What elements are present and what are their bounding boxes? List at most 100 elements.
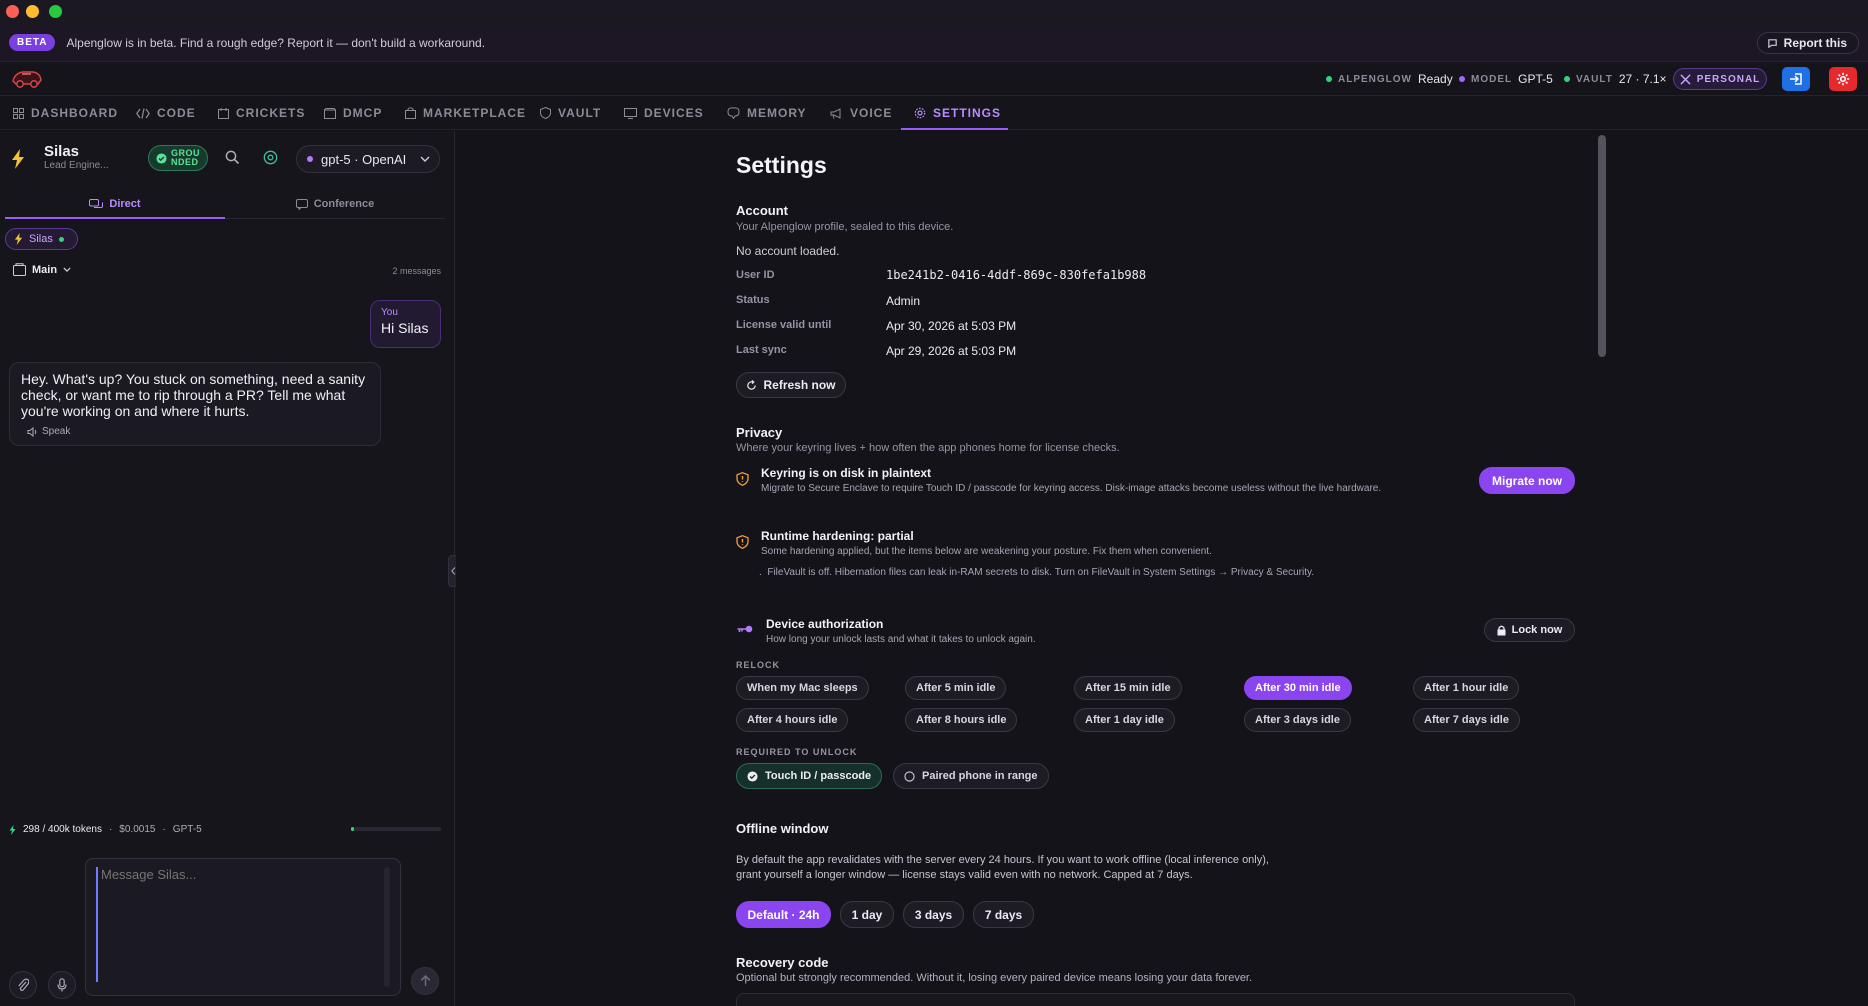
settings-scrollbar-thumb[interactable] [1598,135,1606,357]
search-icon[interactable] [225,150,240,168]
user-id-value: 1be241b2-0416-4ddf-869c-830fefa1b988 [886,268,1147,282]
tab-settings[interactable]: SETTINGS [914,96,1001,130]
maximize-window-button[interactable] [49,5,62,18]
offline-option[interactable]: 3 days [903,901,964,928]
tab-dmcp[interactable]: DMCP [324,96,382,130]
offline-option[interactable]: 1 day [840,901,894,928]
tab-label: DEVICES [644,106,704,120]
monitor-icon [624,107,637,119]
online-dot [58,236,64,242]
relock-label: RELOCK [736,660,780,670]
relock-option[interactable]: After 3 days idle [1244,708,1351,732]
status-key: ALPENGLOW [1338,73,1412,85]
participant-chip[interactable]: Silas [5,228,78,250]
hardening-title: Runtime hardening: partial [761,529,914,543]
relock-option[interactable]: After 5 min idle [905,676,1007,700]
relock-option[interactable]: After 1 hour idle [1413,676,1520,700]
status-value: Admin [886,294,921,308]
tab-direct[interactable]: Direct [5,189,225,219]
model-dot [307,156,313,162]
unlock-option[interactable]: Paired phone in range [893,763,1049,789]
license-value: Apr 30, 2026 at 5:03 PM [886,319,1017,333]
branch-select[interactable]: Main [13,263,71,276]
settings-button[interactable] [1829,67,1857,91]
beta-badge: BETA [9,34,56,51]
key-icon [737,622,753,637]
close-window-button[interactable] [6,5,19,18]
refresh-label: Refresh now [763,378,836,392]
check-circle-icon [747,770,758,782]
usage-row: 298 / 400k tokens · $0.0015 · GPT-5 [9,824,202,835]
message-input[interactable] [96,867,376,982]
sign-in-button[interactable] [1782,67,1810,91]
minimize-window-button[interactable] [26,5,39,18]
page-title: Settings [736,152,827,178]
grounded-badge[interactable]: GROU NDED [148,145,208,171]
login-icon [1790,73,1802,85]
report-button[interactable]: Report this [1756,32,1859,54]
unlock-option-label: Paired phone in range [922,770,1038,782]
privacy-subtitle: Where your keyring lives + how often the… [736,442,1120,454]
offline-option-selected[interactable]: Default · 24h [736,901,831,928]
chevron-down-icon [63,267,71,272]
status-model: MODEL GPT-5 [1459,72,1553,86]
tab-conference[interactable]: Conference [225,189,445,219]
brain-icon [727,107,740,119]
relock-option[interactable]: After 7 days idle [1413,708,1520,732]
tab-voice[interactable]: VOICE [830,96,892,130]
lock-icon [1497,625,1506,635]
status-value: Ready [1418,72,1453,86]
status-value: 27 · 7.1× [1618,72,1667,86]
tab-vault[interactable]: VAULT [540,96,601,130]
relock-option[interactable]: When my Mac sleeps [736,676,869,700]
tab-label: DASHBOARD [31,106,118,120]
refresh-icon [747,379,757,390]
globe-icon[interactable] [263,150,278,168]
code-icon [136,107,150,119]
relock-option[interactable]: After 8 hours idle [905,708,1018,732]
keyring-title: Keyring is on disk in plaintext [761,466,932,480]
relock-option[interactable]: After 15 min idle [1074,676,1182,700]
tab-label: Conference [313,198,375,210]
megaphone-icon [830,107,841,119]
unlock-option-selected[interactable]: Touch ID / passcode [736,763,883,789]
field-key: Status [736,294,770,306]
migrate-button[interactable]: Migrate now [1479,467,1575,494]
token-progress-track [351,827,441,831]
tools-icon [1680,73,1691,85]
speak-button[interactable]: Speak [27,424,369,440]
offline-option[interactable]: 7 days [973,901,1034,928]
relock-option-selected[interactable]: After 30 min idle [1244,676,1352,700]
refresh-button[interactable]: Refresh now [736,372,846,398]
token-progress-fill [351,827,354,831]
folder-icon [13,263,26,276]
tab-label: Direct [109,198,141,210]
tab-marketplace[interactable]: MARKETPLACE [405,96,526,130]
recovery-subtitle: Optional but strongly recommended. Witho… [736,972,1253,984]
model-select[interactable]: gpt-5 · OpenAI [296,145,440,173]
voice-input-button[interactable] [48,971,76,999]
app-logo [11,67,43,91]
relock-option[interactable]: After 4 hours idle [736,708,849,732]
lock-now-button[interactable]: Lock now [1484,618,1575,642]
tab-dashboard[interactable]: DASHBOARD [13,96,118,130]
bolt-icon [11,149,25,172]
profile-switcher[interactable]: PERSONAL [1673,68,1767,90]
tab-code[interactable]: CODE [136,96,196,130]
send-button[interactable] [411,967,439,995]
paperclip-icon [18,978,29,991]
status-vault: VAULT 27 · 7.1× [1564,72,1667,86]
tab-crickets[interactable]: CRICKETS [218,96,305,130]
model-label: gpt-5 · OpenAI [321,151,407,167]
speak-label: Speak [42,426,71,437]
user-message-bubble: You Hi Silas [370,300,441,348]
status-value: GPT-5 [1518,72,1553,86]
composer-scrollbar[interactable] [384,867,390,987]
comment-icon [1767,38,1777,48]
agent-name: Silas [44,143,80,160]
relock-option[interactable]: After 1 day idle [1074,708,1175,732]
attach-button[interactable] [9,971,37,999]
tab-memory[interactable]: MEMORY [727,96,807,130]
separator: · [108,824,113,835]
tab-devices[interactable]: DEVICES [624,96,704,130]
